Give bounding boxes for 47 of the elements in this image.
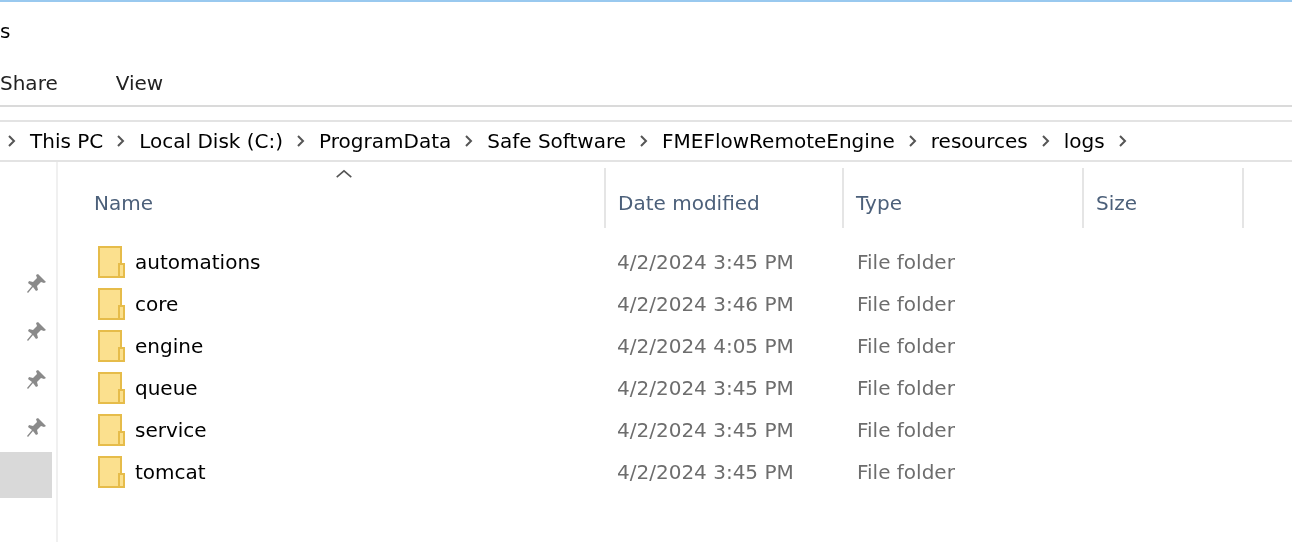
type-cell-text: File folder: [856, 333, 956, 360]
chevron-icon[interactable]: [906, 133, 919, 149]
column-header[interactable]: Size: [1084, 168, 1244, 228]
date-cell-text: 4/2/2024 3:45 PM: [616, 249, 795, 276]
breadcrumb-item[interactable]: FMEFlowRemoteEngine: [650, 126, 907, 156]
folder-icon: [98, 456, 125, 488]
folder-icon: [98, 414, 125, 446]
file-name[interactable]: automations: [135, 247, 261, 277]
folder-icon: [98, 288, 125, 320]
breadcrumb-item[interactable]: ProgramData: [307, 126, 464, 156]
folder-icon: [98, 330, 125, 362]
date-cell-text: 4/2/2024 3:45 PM: [616, 459, 795, 486]
breadcrumb-item[interactable]: Local Disk (C:): [127, 126, 296, 156]
file-name[interactable]: queue: [135, 373, 198, 403]
date-cell-text: 4/2/2024 4:05 PM: [616, 333, 795, 360]
pin-icon[interactable]: [26, 368, 48, 390]
chevron-icon[interactable]: [6, 133, 18, 149]
breadcrumb-item[interactable]: Safe Software: [475, 126, 639, 156]
chevron-icon[interactable]: [1116, 133, 1129, 149]
date-cell-text: 4/2/2024 3:46 PM: [616, 291, 795, 318]
address-bar[interactable]: This PC Local Disk (C:) ProgramData Safe Software FMEFlowRemoteEngine resources logs: [0, 120, 1292, 162]
type-cell-text: File folder: [856, 459, 956, 486]
type-cell-text: File folder: [856, 249, 956, 276]
type-cell-text: File folder: [856, 417, 956, 444]
pin-icon[interactable]: [26, 320, 48, 342]
pin-icon[interactable]: [26, 416, 48, 438]
breadcrumb-item[interactable]: This PC: [18, 126, 116, 156]
ribbon-tab[interactable]: View: [115, 67, 164, 98]
file-name[interactable]: core: [135, 289, 179, 319]
folder-icon: [98, 372, 125, 404]
breadcrumb-item[interactable]: resources: [918, 126, 1040, 156]
breadcrumb-item[interactable]: logs: [1051, 126, 1117, 156]
column-header[interactable]: Type: [844, 168, 1084, 228]
file-name[interactable]: service: [135, 415, 207, 445]
type-cell-text: File folder: [856, 375, 956, 402]
file-name[interactable]: tomcat: [135, 457, 206, 487]
date-cell-text: 4/2/2024 3:45 PM: [616, 417, 795, 444]
window-title: s: [0, 18, 11, 45]
ribbon-tab[interactable]: Share: [0, 67, 58, 98]
file-name[interactable]: engine: [135, 331, 204, 361]
date-cell-text: 4/2/2024 3:45 PM: [616, 375, 795, 402]
folder-icon: [98, 246, 125, 278]
column-header[interactable]: Name: [58, 168, 604, 228]
chevron-icon[interactable]: [1039, 133, 1052, 149]
pin-icon[interactable]: [26, 272, 48, 294]
column-header[interactable]: Date modified: [604, 168, 844, 228]
type-cell-text: File folder: [856, 291, 956, 318]
